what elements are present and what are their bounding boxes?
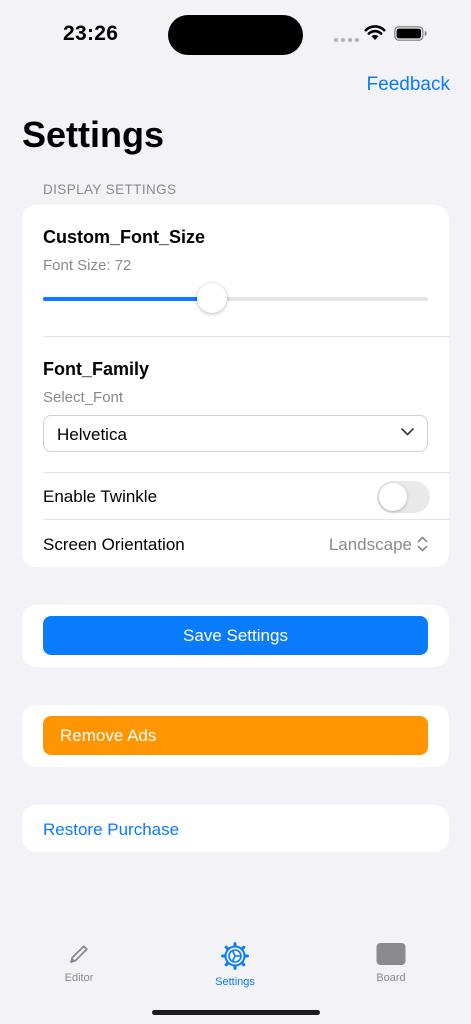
cellular-signal-icon [334,38,359,42]
remove-ads-card: Remove Ads [22,705,449,767]
twinkle-toggle[interactable] [377,481,430,513]
chevron-updown-icon [417,536,428,552]
status-bar: 23:26 [0,0,471,64]
feedback-link[interactable]: Feedback [367,74,450,96]
orientation-label: Screen Orientation [43,535,185,554]
home-indicator [152,1010,320,1015]
restore-card: Restore Purchase [22,805,449,852]
divider [43,336,449,337]
pencil-icon [70,945,88,963]
tab-label: Board [376,972,406,984]
chevron-down-icon [401,428,414,436]
dynamic-island [168,15,303,55]
font-select-value: Helvetica [57,425,127,444]
tab-settings[interactable]: Settings [185,942,285,988]
font-family-placeholder: Select_Font [43,389,124,406]
save-card: Save Settings [22,605,449,667]
slider-fill [43,297,213,301]
toggle-knob [379,483,407,511]
divider [43,519,449,520]
slider-thumb[interactable] [197,283,228,313]
gear-icon [221,942,249,970]
save-settings-button[interactable]: Save Settings [43,616,428,655]
battery-icon [394,26,427,41]
remove-ads-button[interactable]: Remove Ads [43,716,428,755]
tab-editor[interactable]: Editor [29,942,129,984]
display-settings-card: Custom_Font_Size Font Size: 72 Font_Fami… [22,205,449,567]
tab-label: Settings [215,976,255,988]
font-size-slider[interactable] [43,283,428,313]
font-family-select[interactable]: Helvetica [43,415,428,452]
restore-purchase-button[interactable]: Restore Purchase [43,820,179,840]
twinkle-label: Enable Twinkle [43,487,158,506]
wifi-icon [364,25,386,40]
font-size-title: Custom_Font_Size [43,227,206,247]
font-family-title: Font_Family [43,359,150,379]
status-time: 23:26 [63,22,119,45]
font-size-value-label: Font Size: 72 [43,257,132,274]
page-title: Settings [22,114,165,155]
orientation-picker[interactable]: Landscape [329,535,412,555]
board-icon [376,943,406,965]
divider [43,472,449,473]
tab-board[interactable]: Board [341,942,441,984]
tab-label: Editor [64,972,94,984]
section-header-display-settings: DISPLAY SETTINGS [43,182,177,197]
